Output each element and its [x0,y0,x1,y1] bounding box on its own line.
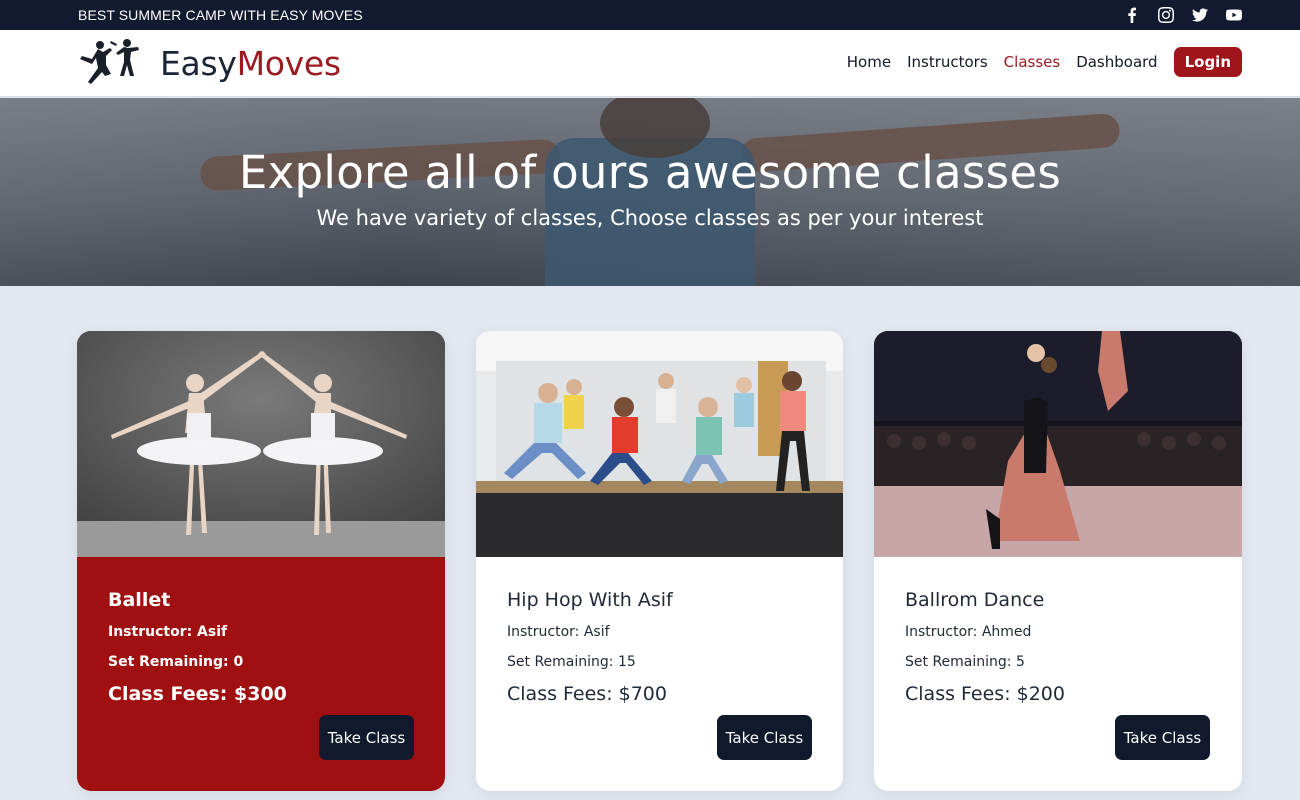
top-bar: BEST SUMMER CAMP WITH EASY MOVES [0,0,1300,30]
nav-instructors[interactable]: Instructors [907,53,988,71]
login-button[interactable]: Login [1173,47,1242,77]
brand-name-part1: Easy [160,43,237,83]
class-instructor: Instructor: Asif [507,624,610,640]
dancers-logo-icon [80,39,139,84]
class-image-ballet [77,331,445,557]
nav-dashboard[interactable]: Dashboard [1076,53,1157,71]
class-fees: Class Fees: $300 [108,683,287,705]
twitter-icon[interactable] [1192,7,1208,23]
class-name: Ballrom Dance [905,589,1045,611]
tagline: BEST SUMMER CAMP WITH EASY MOVES [78,7,363,23]
class-card: Ballrom Dance Instructor: Ahmed Set Rema… [874,331,1242,791]
class-seats-remaining: Set Remaining: 0 [108,654,244,670]
class-card: Hip Hop With Asif Instructor: Asif Set R… [476,331,843,791]
take-class-button[interactable]: Take Class [717,715,812,760]
hero-title: Explore all of ours awesome classes [238,146,1062,199]
class-seats-remaining: Set Remaining: 5 [905,654,1025,670]
main-navbar: EasyMoves Home Instructors Classes Dashb… [0,30,1300,97]
facebook-icon[interactable] [1124,7,1140,23]
class-instructor: Instructor: Asif [108,624,228,640]
take-class-button[interactable]: Take Class [1115,715,1210,760]
ballroom-image [874,331,1242,557]
youtube-icon[interactable] [1226,7,1242,23]
nav-classes[interactable]: Classes [1004,53,1061,71]
take-class-button[interactable]: Take Class [319,715,414,760]
class-instructor: Instructor: Ahmed [905,624,1032,640]
instagram-icon[interactable] [1158,7,1174,23]
social-links [1124,7,1242,23]
brand-name: EasyMoves [160,44,341,83]
class-seats-remaining: Set Remaining: 15 [507,654,636,670]
brand-name-part2: Moves [236,43,341,83]
class-image-hiphop [476,331,843,557]
class-card: Ballet Instructor: Asif Set Remaining: 0… [77,331,445,791]
class-fees: Class Fees: $700 [507,683,667,705]
hero-banner: Explore all of ours awesome classes We h… [0,98,1300,286]
nav-menu: Home Instructors Classes Dashboard Login [831,47,1242,77]
ballet-image [77,331,445,557]
hiphop-image [476,331,843,557]
hero-subtitle: We have variety of classes, Choose class… [316,206,984,230]
nav-home[interactable]: Home [847,53,891,71]
brand-logo[interactable]: EasyMoves [78,37,341,89]
class-image-ballroom [874,331,1242,557]
class-name: Hip Hop With Asif [507,589,673,611]
class-fees: Class Fees: $200 [905,683,1065,705]
class-name: Ballet [108,589,171,611]
